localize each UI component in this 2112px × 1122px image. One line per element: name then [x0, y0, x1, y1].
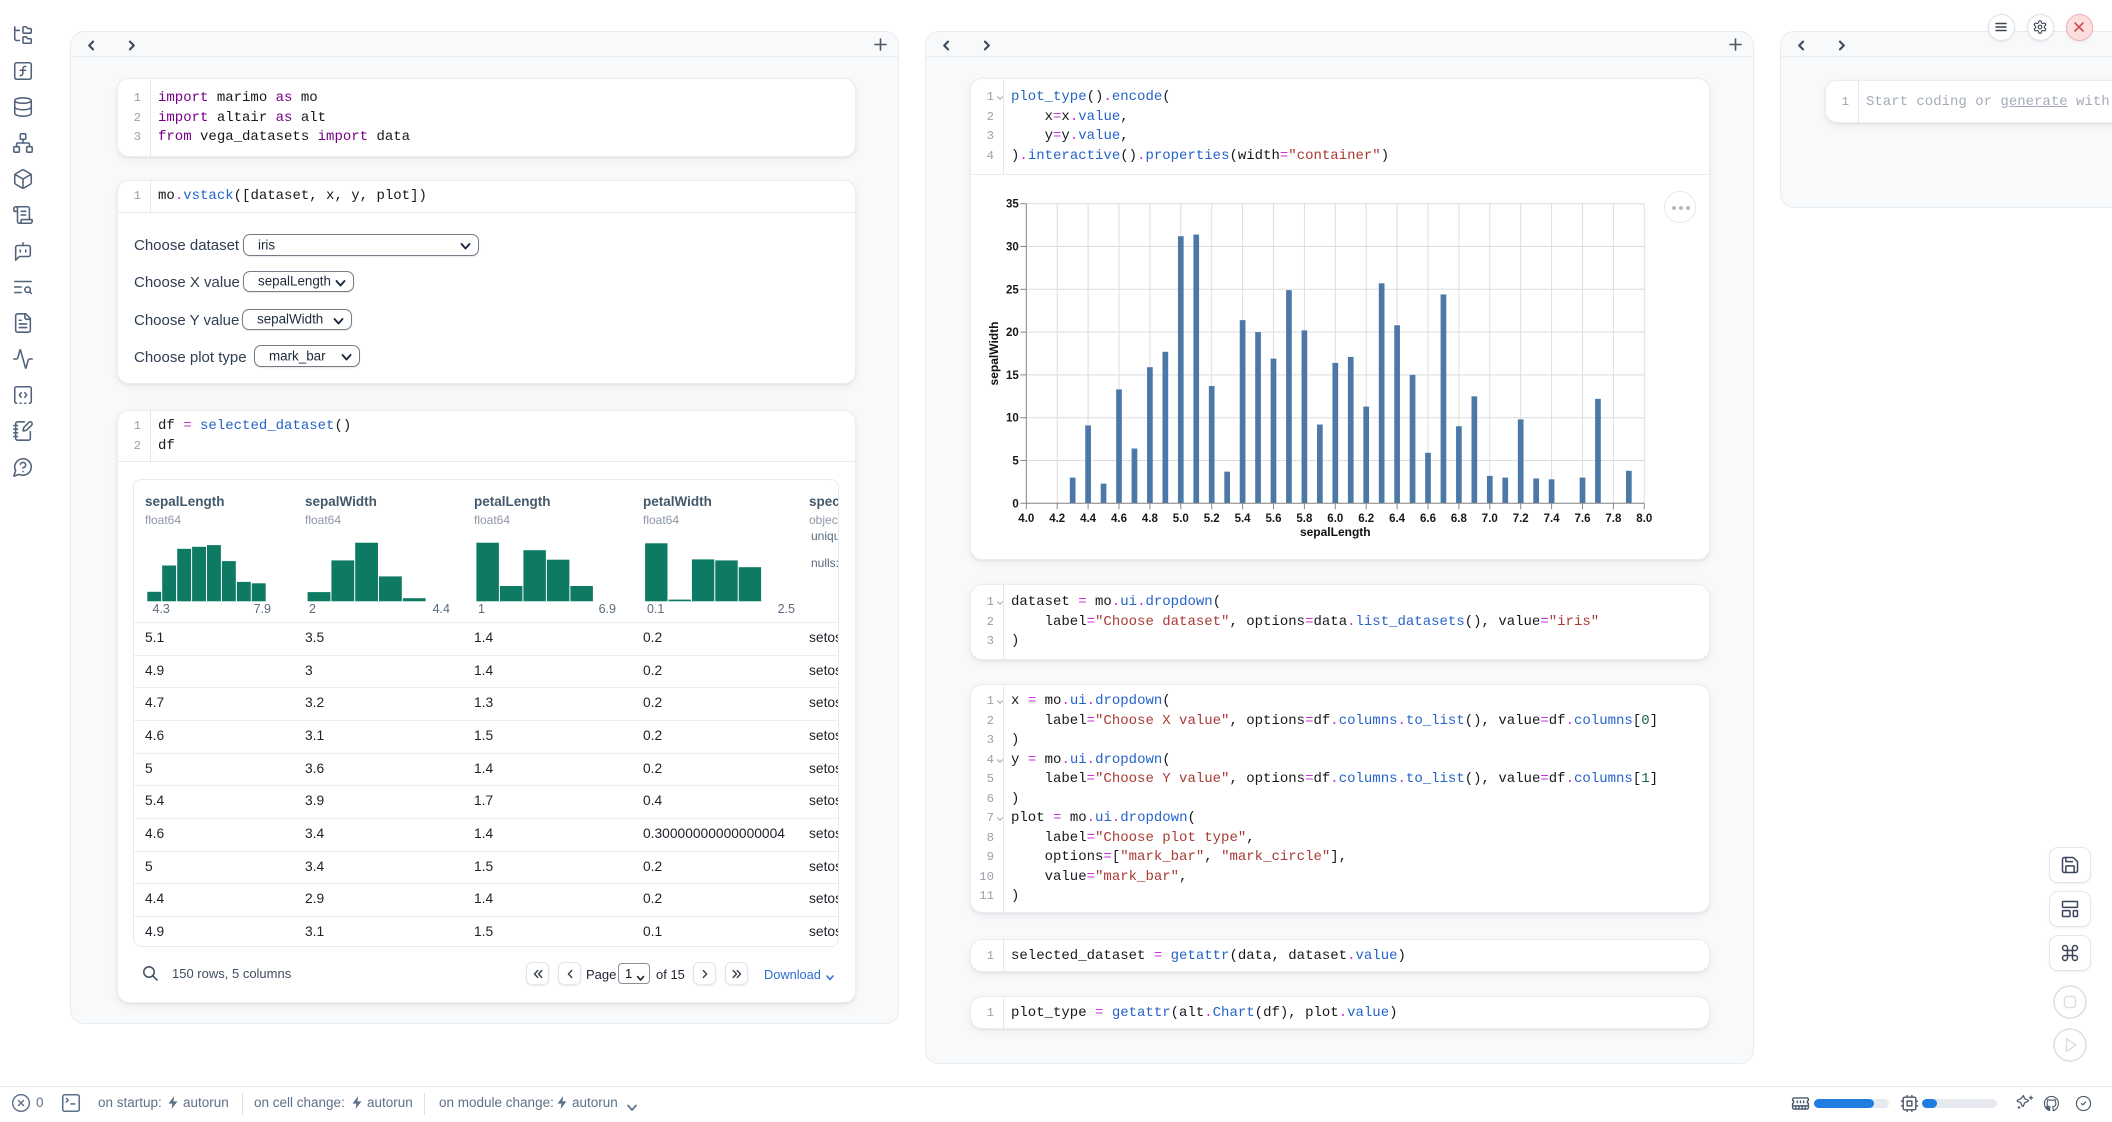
- svg-text:5.4: 5.4: [1235, 513, 1252, 525]
- svg-text:4.4: 4.4: [1080, 513, 1097, 525]
- svg-text:sepalLength: sepalLength: [1300, 525, 1371, 539]
- svg-text:6.4: 6.4: [1389, 513, 1406, 525]
- svg-text:6.8: 6.8: [1451, 513, 1468, 525]
- svg-text:6.0: 6.0: [1327, 513, 1343, 525]
- svg-text:8.0: 8.0: [1636, 513, 1652, 525]
- svg-text:7.6: 7.6: [1575, 513, 1591, 525]
- svg-text:7.8: 7.8: [1605, 513, 1622, 525]
- svg-text:5.6: 5.6: [1266, 513, 1282, 525]
- svg-text:0: 0: [1012, 498, 1018, 510]
- svg-text:5.2: 5.2: [1204, 513, 1220, 525]
- svg-text:4.6: 4.6: [1111, 513, 1127, 525]
- svg-text:25: 25: [1006, 284, 1019, 296]
- svg-text:4.8: 4.8: [1142, 513, 1159, 525]
- svg-text:5.8: 5.8: [1296, 513, 1313, 525]
- svg-text:7.4: 7.4: [1544, 513, 1561, 525]
- svg-text:5.0: 5.0: [1173, 513, 1189, 525]
- svg-text:6.6: 6.6: [1420, 513, 1436, 525]
- svg-text:4.0: 4.0: [1018, 513, 1034, 525]
- svg-text:sepalWidth: sepalWidth: [987, 322, 1001, 386]
- svg-text:30: 30: [1006, 242, 1019, 254]
- svg-text:7.2: 7.2: [1513, 513, 1529, 525]
- svg-text:10: 10: [1006, 413, 1019, 425]
- svg-text:5: 5: [1012, 456, 1019, 468]
- svg-text:35: 35: [1006, 199, 1019, 211]
- svg-text:6.2: 6.2: [1358, 513, 1374, 525]
- svg-text:20: 20: [1006, 327, 1019, 339]
- svg-text:4.2: 4.2: [1049, 513, 1065, 525]
- svg-text:7.0: 7.0: [1482, 513, 1498, 525]
- svg-text:15: 15: [1006, 370, 1019, 382]
